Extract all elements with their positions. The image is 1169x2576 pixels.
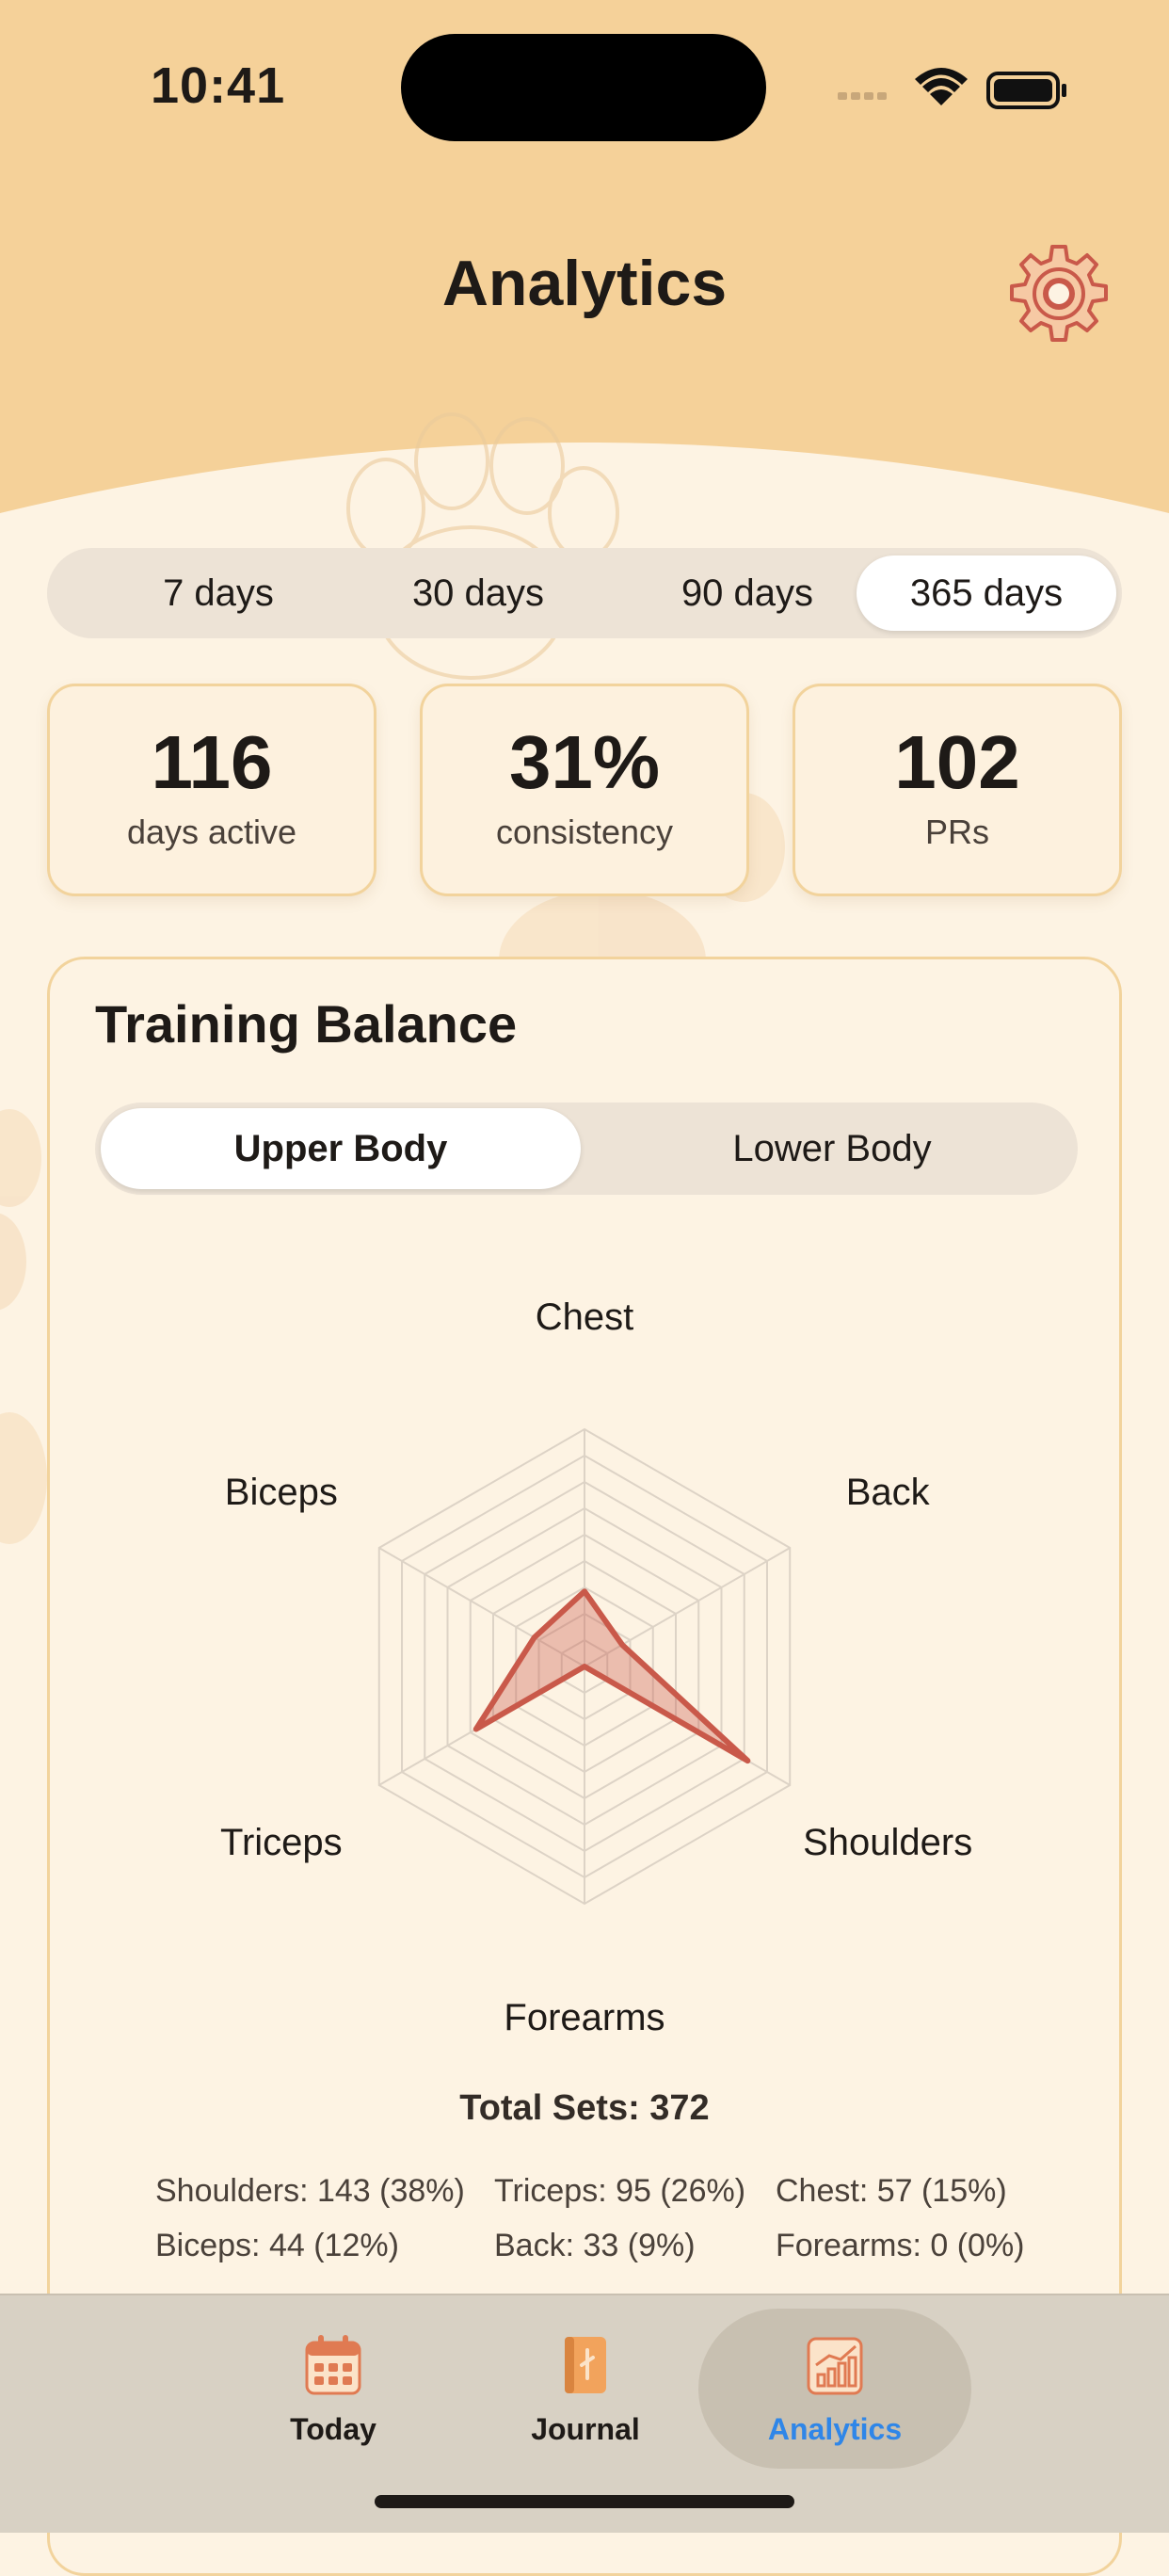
tab-today[interactable]: Today: [192, 2295, 474, 2484]
radar-axis-label: Back: [846, 1472, 931, 1513]
tab-label: Today: [290, 2412, 376, 2446]
tab-analytics[interactable]: Analytics: [698, 2309, 971, 2469]
tab-label: Analytics: [767, 2412, 903, 2446]
radar-axis-label: Shoulders: [803, 1822, 972, 1863]
radar-axis-label: Forearms: [504, 1997, 665, 2038]
home-indicator: [375, 2495, 794, 2508]
radar-axis-label: Chest: [536, 1296, 634, 1338]
radar-axis-label: Triceps: [220, 1822, 343, 1863]
tab-label: Journal: [531, 2412, 640, 2446]
breakdown-item: Forearms: 0 (0%): [776, 2228, 1025, 2263]
tab-journal[interactable]: Journal: [444, 2295, 727, 2484]
training-balance-radar-chart: Chest Back Shoulders Forearms Triceps Biceps: [220, 1296, 972, 2038]
breakdown-item: Shoulders: 143 (38%): [155, 2173, 465, 2209]
radar-series-area: [472, 1588, 751, 1764]
breakdown-item: Back: 33 (9%): [494, 2228, 696, 2263]
journal-icon: [565, 2337, 606, 2393]
calendar-icon: [305, 2335, 361, 2395]
radar-axis-label: Biceps: [225, 1472, 338, 1513]
breakdown-item: Biceps: 44 (12%): [155, 2228, 399, 2263]
bar-chart-icon: [807, 2337, 863, 2395]
breakdown-item: Triceps: 95 (26%): [494, 2173, 746, 2209]
total-sets: Total Sets: 372: [459, 2088, 710, 2128]
breakdown-item: Chest: 57 (15%): [776, 2173, 1007, 2209]
